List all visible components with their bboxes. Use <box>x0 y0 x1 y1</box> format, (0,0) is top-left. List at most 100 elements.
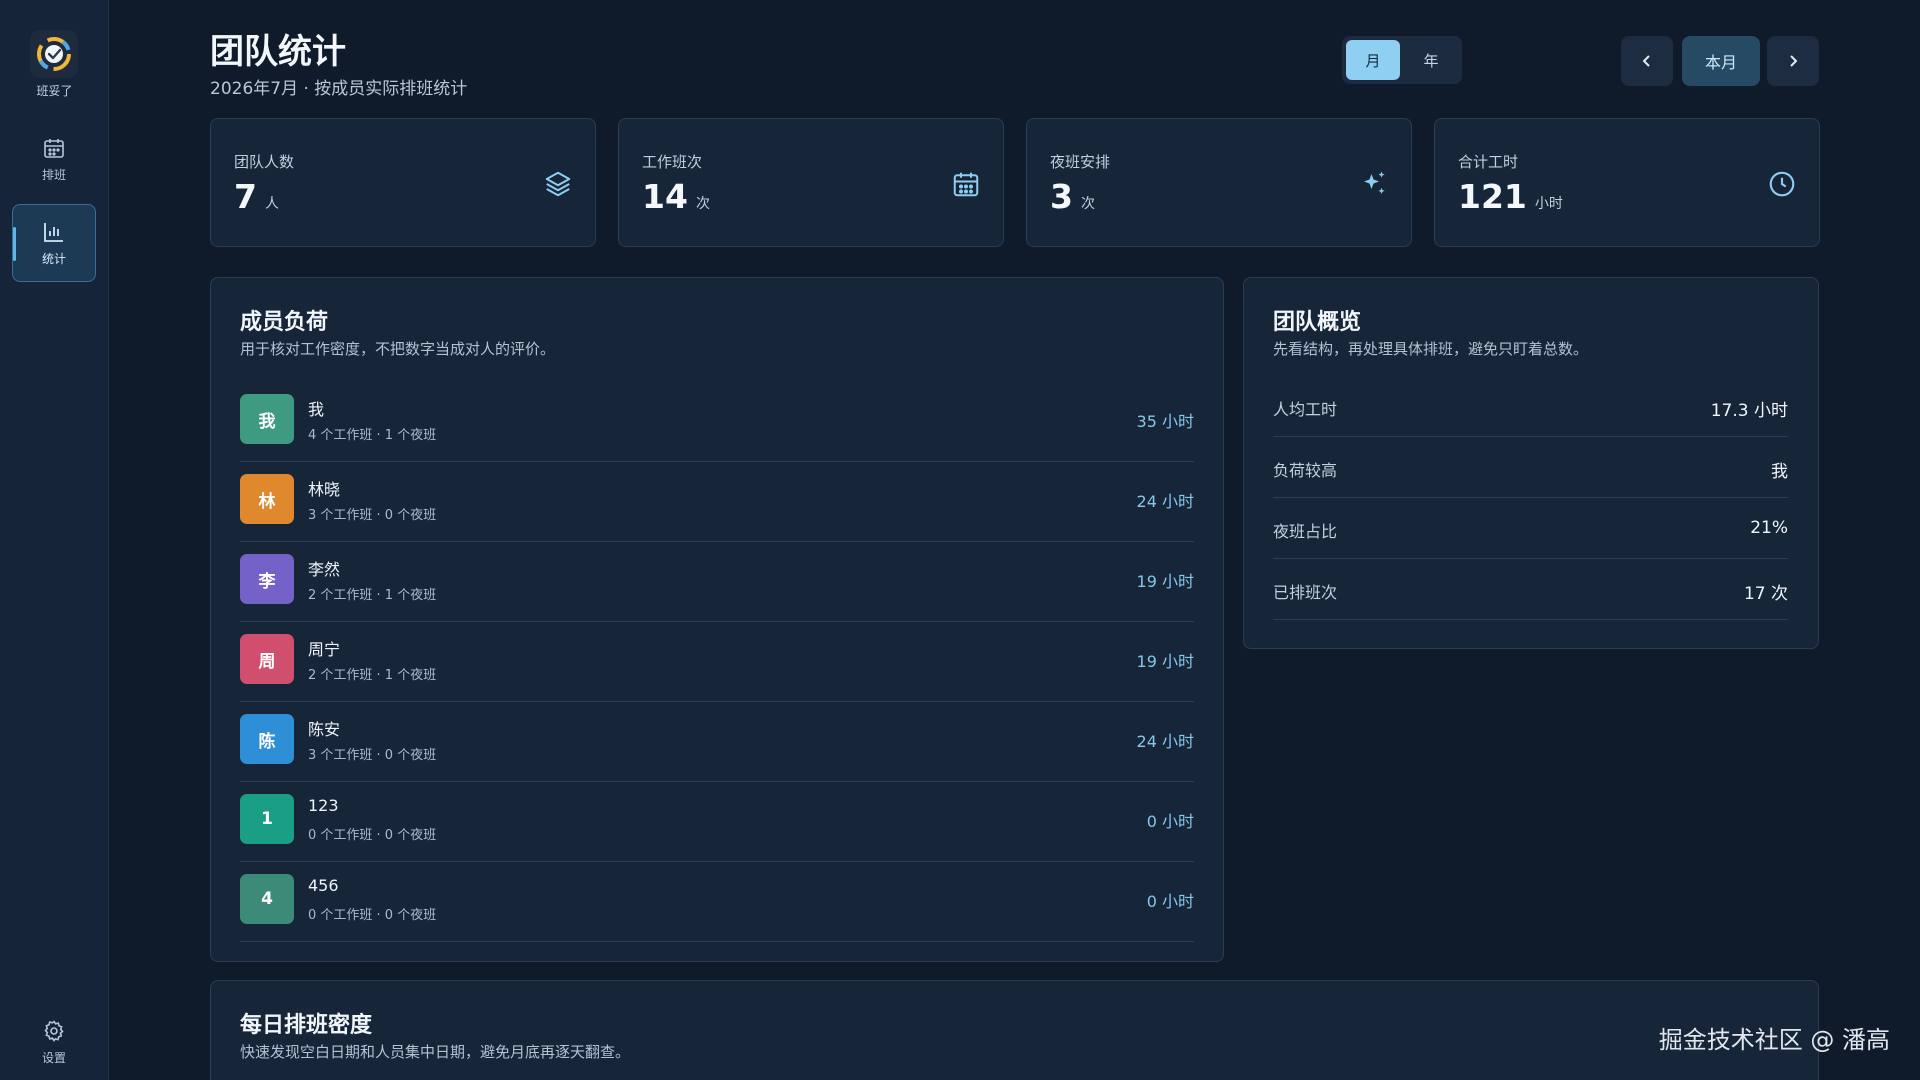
app-logo[interactable] <box>30 30 78 78</box>
member-row[interactable]: 林 林晓 3 个工作班 · 0 个夜班 24 小时 <box>240 462 1194 542</box>
member-name: 123 <box>308 796 339 815</box>
stat-label: 夜班安排 <box>1050 153 1111 171</box>
panel-description: 先看结构，再处理具体排班，避免只盯着总数。 <box>1273 340 1589 358</box>
member-name: 李然 <box>308 560 341 579</box>
member-detail: 2 个工作班 · 1 个夜班 <box>308 588 437 603</box>
stat-value: 14 次 <box>642 177 710 216</box>
member-hours: 0 小时 <box>1146 812 1194 831</box>
member-hours: 0 小时 <box>1146 892 1194 911</box>
stat-number: 7 <box>234 177 257 216</box>
bar-chart-icon <box>44 222 63 242</box>
panel-description: 快速发现空白日期和人员集中日期，避免月底再逐天翻查。 <box>240 1043 631 1061</box>
period-toggle: 月 年 <box>1342 36 1462 84</box>
sidebar-item-label: 排班 <box>41 167 66 182</box>
overview-value: 21% <box>1750 518 1788 538</box>
clock-icon <box>1769 171 1795 197</box>
stat-label: 合计工时 <box>1458 153 1519 171</box>
avatar: 4 <box>240 874 294 924</box>
member-name: 林晓 <box>308 480 341 499</box>
panel-title: 每日排班密度 <box>240 1013 373 1038</box>
member-row[interactable]: 1 123 0 个工作班 · 0 个夜班 0 小时 <box>240 782 1194 862</box>
stat-value: 7 人 <box>234 177 279 216</box>
gear-icon <box>44 1019 64 1042</box>
app-root: 班妥了 排班 统计 设置 团队统计 2026年7月 · 按成员实际排班统计 月 … <box>0 0 1920 1080</box>
stat-unit: 次 <box>1080 196 1095 212</box>
current-period-button[interactable]: 本月 <box>1682 36 1760 86</box>
member-hours: 19 小时 <box>1136 572 1194 591</box>
panel-description: 用于核对工作密度，不把数字当成对人的评价。 <box>240 340 556 358</box>
member-name: 456 <box>308 876 339 895</box>
member-detail: 0 个工作班 · 0 个夜班 <box>308 908 437 923</box>
member-name: 陈安 <box>308 720 341 739</box>
member-row[interactable]: 我 我 4 个工作班 · 1 个夜班 35 小时 <box>240 382 1194 462</box>
overview-value: 17 次 <box>1743 584 1788 604</box>
stat-unit: 人 <box>264 196 279 212</box>
stat-unit: 小时 <box>1534 196 1563 212</box>
overview-label: 已排班次 <box>1273 583 1338 602</box>
stat-label: 团队人数 <box>234 153 295 171</box>
prev-period-button[interactable] <box>1621 36 1673 86</box>
logo-icon <box>37 37 71 71</box>
page-title: 团队统计 <box>210 32 346 72</box>
stat-number: 121 <box>1458 177 1527 216</box>
avatar: 林 <box>240 474 294 524</box>
member-detail: 4 个工作班 · 1 个夜班 <box>308 428 437 443</box>
stat-card-work-shifts: 工作班次 14 次 <box>618 118 1004 247</box>
sidebar-item-label: 统计 <box>41 251 66 266</box>
avatar: 1 <box>240 794 294 844</box>
member-row[interactable]: 4 456 0 个工作班 · 0 个夜班 0 小时 <box>240 862 1194 942</box>
overview-label: 负荷较高 <box>1273 461 1338 480</box>
stat-value: 121 小时 <box>1458 177 1563 216</box>
member-list: 我 我 4 个工作班 · 1 个夜班 35 小时 林 林晓 3 个工作班 · 0… <box>240 382 1194 942</box>
overview-row: 负荷较高 我 <box>1273 437 1788 498</box>
period-month-button[interactable]: 月 <box>1346 40 1400 80</box>
sidebar-item-stats[interactable]: 统计 <box>12 204 96 282</box>
sidebar-item-settings[interactable]: 设置 <box>12 1010 96 1074</box>
page-subtitle: 2026年7月 · 按成员实际排班统计 <box>210 79 468 99</box>
member-row[interactable]: 陈 陈安 3 个工作班 · 0 个夜班 24 小时 <box>240 702 1194 782</box>
member-detail: 0 个工作班 · 0 个夜班 <box>308 828 437 843</box>
overview-row: 人均工时 17.3 小时 <box>1273 376 1788 437</box>
next-period-button[interactable] <box>1767 36 1819 86</box>
member-detail: 3 个工作班 · 0 个夜班 <box>308 508 437 523</box>
member-hours: 24 小时 <box>1136 732 1194 751</box>
panel-title: 团队概览 <box>1273 310 1362 335</box>
member-detail: 3 个工作班 · 0 个夜班 <box>308 748 437 763</box>
stat-value: 3 次 <box>1050 177 1095 216</box>
layers-icon <box>545 171 571 197</box>
overview-row: 夜班占比 21% <box>1273 498 1788 559</box>
chevron-left-icon <box>1642 55 1650 67</box>
chevron-right-icon <box>1790 55 1798 67</box>
sidebar-item-label: 设置 <box>41 1050 66 1065</box>
team-overview-panel: 团队概览 先看结构，再处理具体排班，避免只盯着总数。 人均工时 17.3 小时 … <box>1243 277 1819 649</box>
member-name: 我 <box>308 400 325 419</box>
avatar: 我 <box>240 394 294 444</box>
overview-value: 我 <box>1771 462 1788 482</box>
avatar: 周 <box>240 634 294 684</box>
watermark: 掘金技术社区 @ 潘高 <box>1658 1026 1890 1054</box>
stat-number: 14 <box>642 177 688 216</box>
overview-label: 夜班占比 <box>1273 522 1338 541</box>
app-name: 班妥了 <box>36 84 73 98</box>
period-year-button[interactable]: 年 <box>1404 40 1458 80</box>
overview-row: 已排班次 17 次 <box>1273 559 1788 620</box>
stat-label: 工作班次 <box>642 153 703 171</box>
member-row[interactable]: 李 李然 2 个工作班 · 1 个夜班 19 小时 <box>240 542 1194 622</box>
stat-number: 3 <box>1050 177 1073 216</box>
avatar: 李 <box>240 554 294 604</box>
member-name: 周宁 <box>308 640 341 659</box>
sparkle-icon <box>1364 171 1385 194</box>
daily-density-panel: 每日排班密度 快速发现空白日期和人员集中日期，避免月底再逐天翻查。 <box>210 980 1819 1080</box>
overview-label: 人均工时 <box>1273 400 1338 419</box>
sidebar-item-schedule[interactable]: 排班 <box>12 120 96 198</box>
panel-title: 成员负荷 <box>240 310 329 335</box>
stat-card-team-size: 团队人数 7 人 <box>210 118 596 247</box>
avatar: 陈 <box>240 714 294 764</box>
stat-card-night-shifts: 夜班安排 3 次 <box>1026 118 1412 247</box>
calendar-icon <box>44 138 64 158</box>
member-hours: 35 小时 <box>1136 412 1194 431</box>
stat-card-total-hours: 合计工时 121 小时 <box>1434 118 1820 247</box>
member-row[interactable]: 周 周宁 2 个工作班 · 1 个夜班 19 小时 <box>240 622 1194 702</box>
member-hours: 24 小时 <box>1136 492 1194 511</box>
overview-list: 人均工时 17.3 小时 负荷较高 我 夜班占比 21% 已排班次 17 次 <box>1273 376 1788 620</box>
